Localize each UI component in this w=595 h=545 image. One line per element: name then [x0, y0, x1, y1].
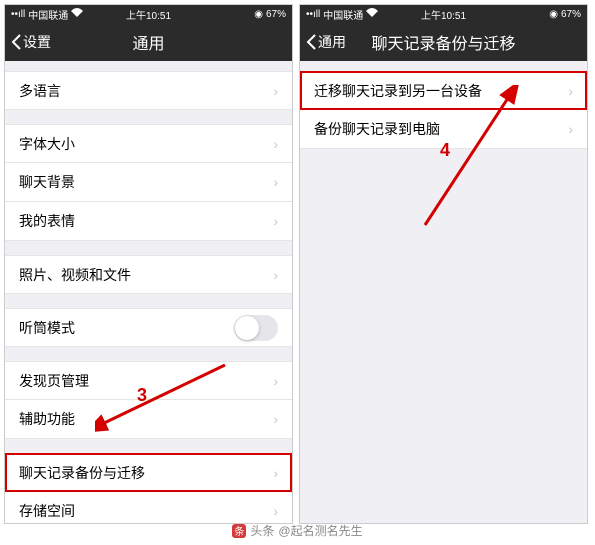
- row-discover-manage[interactable]: 发现页管理 ›: [5, 361, 292, 400]
- migrate-list: 迁移聊天记录到另一台设备 › 备份聊天记录到电脑 ›: [300, 61, 587, 523]
- status-bar: ••ıll 中国联通 上午10:51 ◉ 67%: [5, 5, 292, 23]
- chevron-right-icon: ›: [273, 83, 278, 99]
- chevron-right-icon: ›: [273, 267, 278, 283]
- row-backup-to-pc[interactable]: 备份聊天记录到电脑 ›: [300, 110, 587, 149]
- chevron-right-icon: ›: [273, 411, 278, 427]
- chevron-right-icon: ›: [273, 373, 278, 389]
- row-font-size[interactable]: 字体大小 ›: [5, 124, 292, 163]
- nav-bar: 设置 通用: [5, 23, 292, 61]
- row-label: 发现页管理: [19, 371, 273, 391]
- row-migrate-to-device[interactable]: 迁移聊天记录到另一台设备 ›: [300, 71, 587, 110]
- chevron-right-icon: ›: [273, 503, 278, 519]
- watermark-text: @起名测名先生: [278, 522, 362, 539]
- watermark: 条 头条 @起名测名先生: [0, 522, 595, 539]
- row-chat-background[interactable]: 聊天背景 ›: [5, 163, 292, 202]
- row-label: 聊天记录备份与迁移: [19, 463, 273, 483]
- watermark-icon: 条: [232, 524, 246, 538]
- settings-list: 多语言 › 字体大小 › 聊天背景 › 我的表情 ›: [5, 61, 292, 523]
- row-label: 存储空间: [19, 501, 273, 521]
- status-bar: ••ıll 中国联通 上午10:51 ◉ 67%: [300, 5, 587, 23]
- row-languages[interactable]: 多语言 ›: [5, 71, 292, 110]
- watermark-prefix: 头条: [250, 522, 274, 539]
- row-accessibility[interactable]: 辅助功能 ›: [5, 400, 292, 439]
- wifi-icon: [366, 8, 378, 20]
- row-label: 多语言: [19, 81, 273, 101]
- nav-bar: 通用 聊天记录备份与迁移: [300, 23, 587, 61]
- carrier-label: 中国联通: [323, 7, 363, 22]
- row-label: 听筒模式: [19, 318, 234, 338]
- chevron-right-icon: ›: [568, 83, 573, 99]
- signal-icon: ••ıll: [306, 9, 320, 20]
- chevron-right-icon: ›: [568, 121, 573, 137]
- row-media-files[interactable]: 照片、视频和文件 ›: [5, 255, 292, 294]
- chevron-right-icon: ›: [273, 174, 278, 190]
- chevron-right-icon: ›: [273, 213, 278, 229]
- row-chat-backup-migrate[interactable]: 聊天记录备份与迁移 ›: [5, 453, 292, 492]
- back-button[interactable]: 通用: [300, 32, 346, 52]
- row-storage[interactable]: 存储空间 ›: [5, 492, 292, 523]
- row-label: 我的表情: [19, 211, 273, 231]
- signal-icon: ••ıll: [11, 9, 25, 20]
- row-earpiece-mode[interactable]: 听筒模式: [5, 308, 292, 347]
- screenshot-right: ••ıll 中国联通 上午10:51 ◉ 67% 通用 聊天记录备份与迁移: [299, 4, 588, 524]
- row-label: 聊天背景: [19, 172, 273, 192]
- row-my-stickers[interactable]: 我的表情 ›: [5, 202, 292, 241]
- row-label: 辅助功能: [19, 409, 273, 429]
- back-button[interactable]: 设置: [5, 32, 51, 52]
- battery-pct: 67%: [561, 9, 581, 20]
- row-label: 字体大小: [19, 134, 273, 154]
- battery-icon: ◉: [549, 9, 558, 20]
- back-label: 设置: [23, 32, 51, 52]
- chevron-right-icon: ›: [273, 136, 278, 152]
- chevron-left-icon: [11, 34, 21, 50]
- toggle-switch[interactable]: [234, 315, 278, 341]
- screenshot-left: ••ıll 中国联通 上午10:51 ◉ 67% 设置 通用 多语言: [4, 4, 293, 524]
- carrier-label: 中国联通: [28, 7, 68, 22]
- battery-pct: 67%: [266, 9, 286, 20]
- row-label: 照片、视频和文件: [19, 265, 273, 285]
- row-label: 迁移聊天记录到另一台设备: [314, 81, 568, 101]
- wifi-icon: [71, 8, 83, 20]
- chevron-left-icon: [306, 34, 316, 50]
- row-label: 备份聊天记录到电脑: [314, 119, 568, 139]
- chevron-right-icon: ›: [273, 465, 278, 481]
- back-label: 通用: [318, 32, 346, 52]
- battery-icon: ◉: [254, 9, 263, 20]
